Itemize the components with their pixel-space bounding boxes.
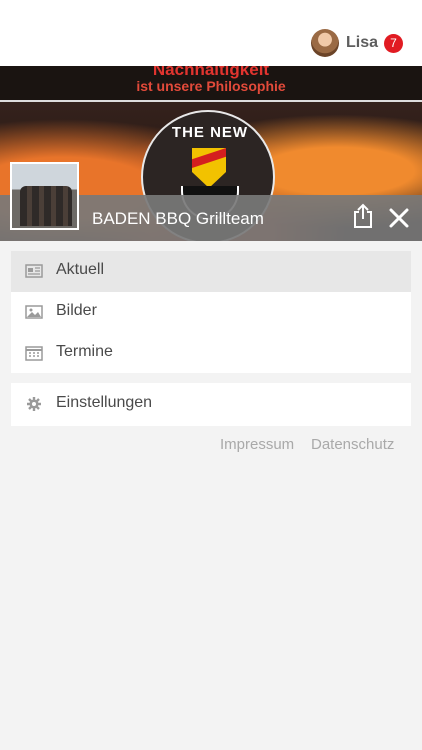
main-menu: Aktuell Bilder Termine — [11, 251, 411, 373]
gear-icon — [27, 397, 41, 411]
datenschutz-link[interactable]: Datenschutz — [311, 436, 394, 453]
banner-slogan-line2: ist unsere Philosophie — [136, 78, 286, 94]
settings-menu: Einstellungen — [11, 383, 411, 426]
team-photo-people — [20, 186, 72, 226]
banner-slogan-strip: Nachhaltigkeit ist unsere Philosophie — [0, 66, 422, 102]
calendar-icon — [25, 346, 43, 361]
menu-label-einstellungen: Einstellungen — [56, 394, 153, 411]
menu-item-einstellungen[interactable]: Einstellungen — [11, 384, 411, 425]
menu-item-aktuell[interactable]: Aktuell — [11, 251, 411, 292]
menu-item-termine[interactable]: Termine — [11, 333, 411, 374]
newspaper-icon — [25, 264, 43, 278]
top-bar: Lisa 7 — [0, 0, 422, 66]
menu-item-bilder[interactable]: Bilder — [11, 292, 411, 333]
menu-label-termine: Termine — [56, 343, 113, 360]
team-name: BADEN BBQ Grillteam — [92, 209, 264, 228]
close-icon[interactable] — [388, 207, 410, 229]
menu-label-aktuell: Aktuell — [56, 261, 105, 278]
image-icon — [25, 305, 43, 319]
share-icon[interactable] — [352, 203, 374, 229]
team-photo — [10, 162, 79, 230]
logo-text: THE NEW — [171, 124, 249, 141]
user-avatar[interactable] — [311, 29, 339, 57]
notification-badge[interactable]: 7 — [384, 34, 403, 53]
menu-label-bilder: Bilder — [56, 302, 97, 319]
user-name[interactable]: Lisa — [346, 34, 378, 52]
impressum-link[interactable]: Impressum — [220, 436, 294, 453]
